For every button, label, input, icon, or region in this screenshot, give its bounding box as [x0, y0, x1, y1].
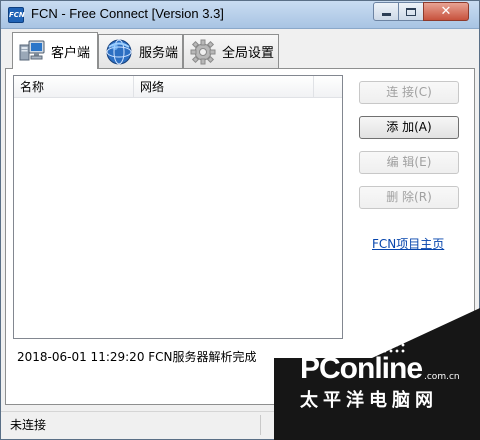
computer-icon: [19, 40, 45, 61]
tab-client-label: 客户端: [51, 45, 91, 61]
close-button[interactable]: ✕: [423, 2, 469, 21]
column-header-filler: [314, 76, 342, 98]
app-logo-icon: FCN: [8, 7, 25, 23]
tab-server[interactable]: 服务端: [98, 34, 183, 68]
gear-icon: [190, 39, 216, 64]
globe-icon: [106, 39, 132, 64]
close-icon: ✕: [440, 4, 452, 19]
watermark-dots: [346, 330, 406, 354]
project-homepage-link[interactable]: FCN项目主页: [372, 235, 444, 252]
tab-server-label: 服务端: [139, 46, 179, 61]
delete-button[interactable]: 删 除(R): [359, 186, 459, 209]
column-header-name[interactable]: 名称: [14, 76, 134, 98]
watermark-domain: .com.cn: [424, 372, 460, 382]
watermark-chinese-name: 太平洋电脑网: [300, 390, 438, 411]
connection-status: 未连接: [5, 415, 261, 435]
minimize-icon: [381, 13, 391, 16]
tab-global-settings-label: 全局设置: [222, 46, 275, 61]
list-header: 名称 网络: [14, 76, 342, 98]
tab-client[interactable]: 客户端: [12, 32, 98, 69]
connect-button[interactable]: 连 接(C): [359, 81, 459, 104]
tab-global-settings[interactable]: 全局设置: [183, 34, 279, 68]
watermark-logo: PConline: [300, 352, 423, 385]
title-bar[interactable]: FCN FCN - Free Connect [Version 3.3] ✕: [1, 1, 479, 29]
log-message: 2018-06-01 11:29:20 FCN服务器解析完成: [17, 350, 257, 364]
column-header-network[interactable]: 网络: [134, 76, 314, 98]
add-button[interactable]: 添 加(A): [359, 116, 459, 139]
minimize-button[interactable]: [373, 2, 399, 21]
maximize-button[interactable]: [398, 2, 424, 21]
edit-button[interactable]: 编 辑(E): [359, 151, 459, 174]
window-title: FCN - Free Connect [Version 3.3]: [31, 6, 224, 21]
connection-list[interactable]: 名称 网络: [13, 75, 343, 339]
maximize-icon: [406, 7, 416, 16]
